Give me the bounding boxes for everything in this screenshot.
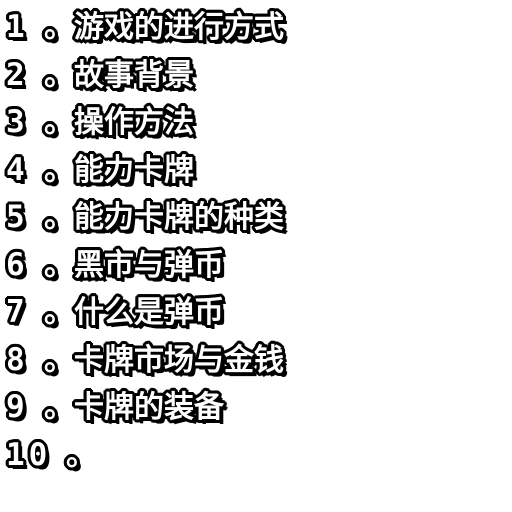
item-number: 10 [6, 436, 52, 473]
item-separator: 。 [44, 57, 74, 93]
item-number: 1 [6, 9, 25, 45]
item-separator: 。 [44, 200, 74, 235]
item-number: 8 [6, 341, 25, 378]
item-number: 2 [6, 56, 25, 93]
help-topics-menu: 1 。游戏的进行方式 2 。故事背景 3 。操作方法 4 。能力卡牌 5 。能力卡牌的种类… [6, 4, 284, 479]
menu-item-ability-card-types[interactable]: 5 。能力卡牌的种类 [6, 194, 284, 242]
menu-item-10[interactable]: 10 。 [6, 432, 284, 480]
item-label: 卡牌的装备 [74, 390, 224, 425]
item-separator: 。 [44, 295, 74, 330]
item-label: 什么是弹币 [74, 295, 224, 330]
menu-item-controls[interactable]: 3 。操作方法 [6, 99, 284, 147]
item-number: 4 [6, 151, 25, 188]
item-separator: 。 [44, 390, 74, 425]
item-label: 故事背景 [74, 57, 194, 93]
item-label: 能力卡牌的种类 [74, 200, 284, 235]
item-label: 游戏的进行方式 [74, 10, 284, 45]
item-separator: 。 [44, 105, 74, 140]
item-separator: 。 [44, 247, 74, 283]
menu-item-game-flow[interactable]: 1 。游戏的进行方式 [6, 4, 284, 52]
item-number: 7 [6, 294, 25, 330]
item-label: 操作方法 [74, 105, 194, 140]
item-number: 3 [6, 104, 25, 140]
menu-item-black-market[interactable]: 6 。黑市与弹币 [6, 242, 284, 290]
item-number: 6 [6, 246, 25, 283]
item-separator: 。 [44, 152, 74, 188]
menu-item-ability-cards[interactable]: 4 。能力卡牌 [6, 147, 284, 195]
item-number: 9 [6, 389, 25, 425]
menu-item-card-equipment[interactable]: 9 。卡牌的装备 [6, 384, 284, 432]
item-label: 黑市与弹币 [74, 247, 224, 283]
menu-item-what-are-coins[interactable]: 7 。什么是弹币 [6, 289, 284, 337]
item-label: 卡牌市场与金钱 [74, 342, 284, 378]
item-label: 能力卡牌 [74, 152, 194, 188]
item-separator: 。 [66, 437, 96, 473]
item-separator: 。 [44, 342, 74, 378]
menu-item-story-background[interactable]: 2 。故事背景 [6, 52, 284, 100]
item-separator: 。 [44, 10, 74, 45]
menu-item-card-market[interactable]: 8 。卡牌市场与金钱 [6, 337, 284, 385]
item-number: 5 [6, 199, 25, 235]
